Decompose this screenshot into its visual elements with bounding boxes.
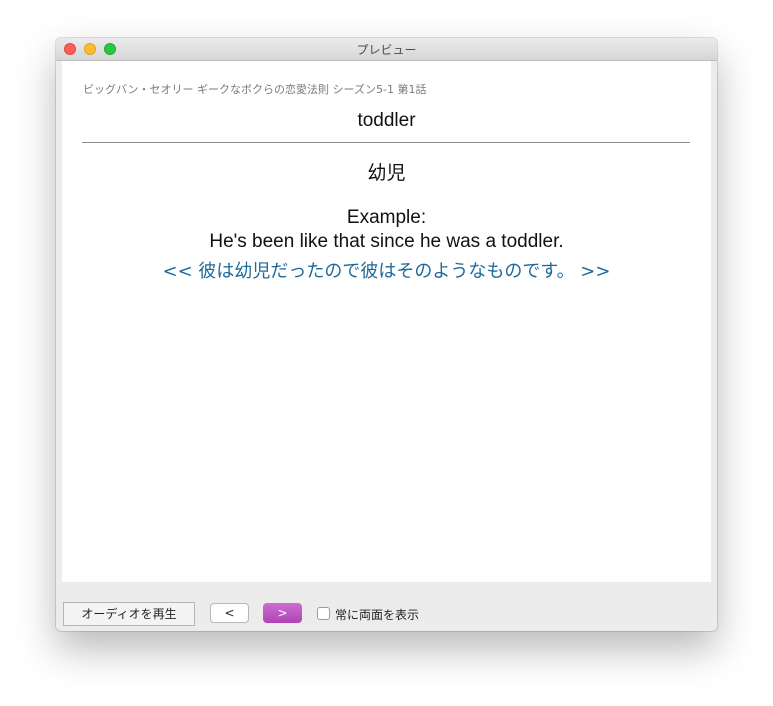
window-title: プレビュー <box>356 43 417 57</box>
previous-card-button[interactable]: < <box>210 603 249 623</box>
example-label: Example: <box>346 207 427 228</box>
card-divider <box>82 142 690 143</box>
bottom-toolbar: オーディオを再生 < > 常に両面を表示 <box>56 582 717 631</box>
next-card-button[interactable]: > <box>263 603 302 623</box>
always-show-both-checkbox[interactable] <box>317 607 330 620</box>
always-show-both-label[interactable]: 常に両面を表示 <box>335 606 419 623</box>
card-word: toddler <box>357 110 416 131</box>
play-audio-button[interactable]: オーディオを再生 <box>63 602 195 626</box>
example-translation: << 彼は幼児だったので彼はそのようなものです。 >> <box>162 261 611 282</box>
card-meaning: 幼児 <box>367 162 406 184</box>
card-source: ビッグバン・セオリー ギークなボクらの恋愛法則 シーズン5-1 第1話 <box>83 83 427 96</box>
card-preview-area: ビッグバン・セオリー ギークなボクらの恋愛法則 シーズン5-1 第1話 todd… <box>62 61 711 582</box>
example-sentence: He's been like that since he was a toddl… <box>209 231 564 252</box>
title-bar[interactable]: プレビュー <box>56 38 717 61</box>
preview-window: プレビュー ビッグバン・セオリー ギークなボクらの恋愛法則 シーズン5-1 第1… <box>56 38 717 631</box>
